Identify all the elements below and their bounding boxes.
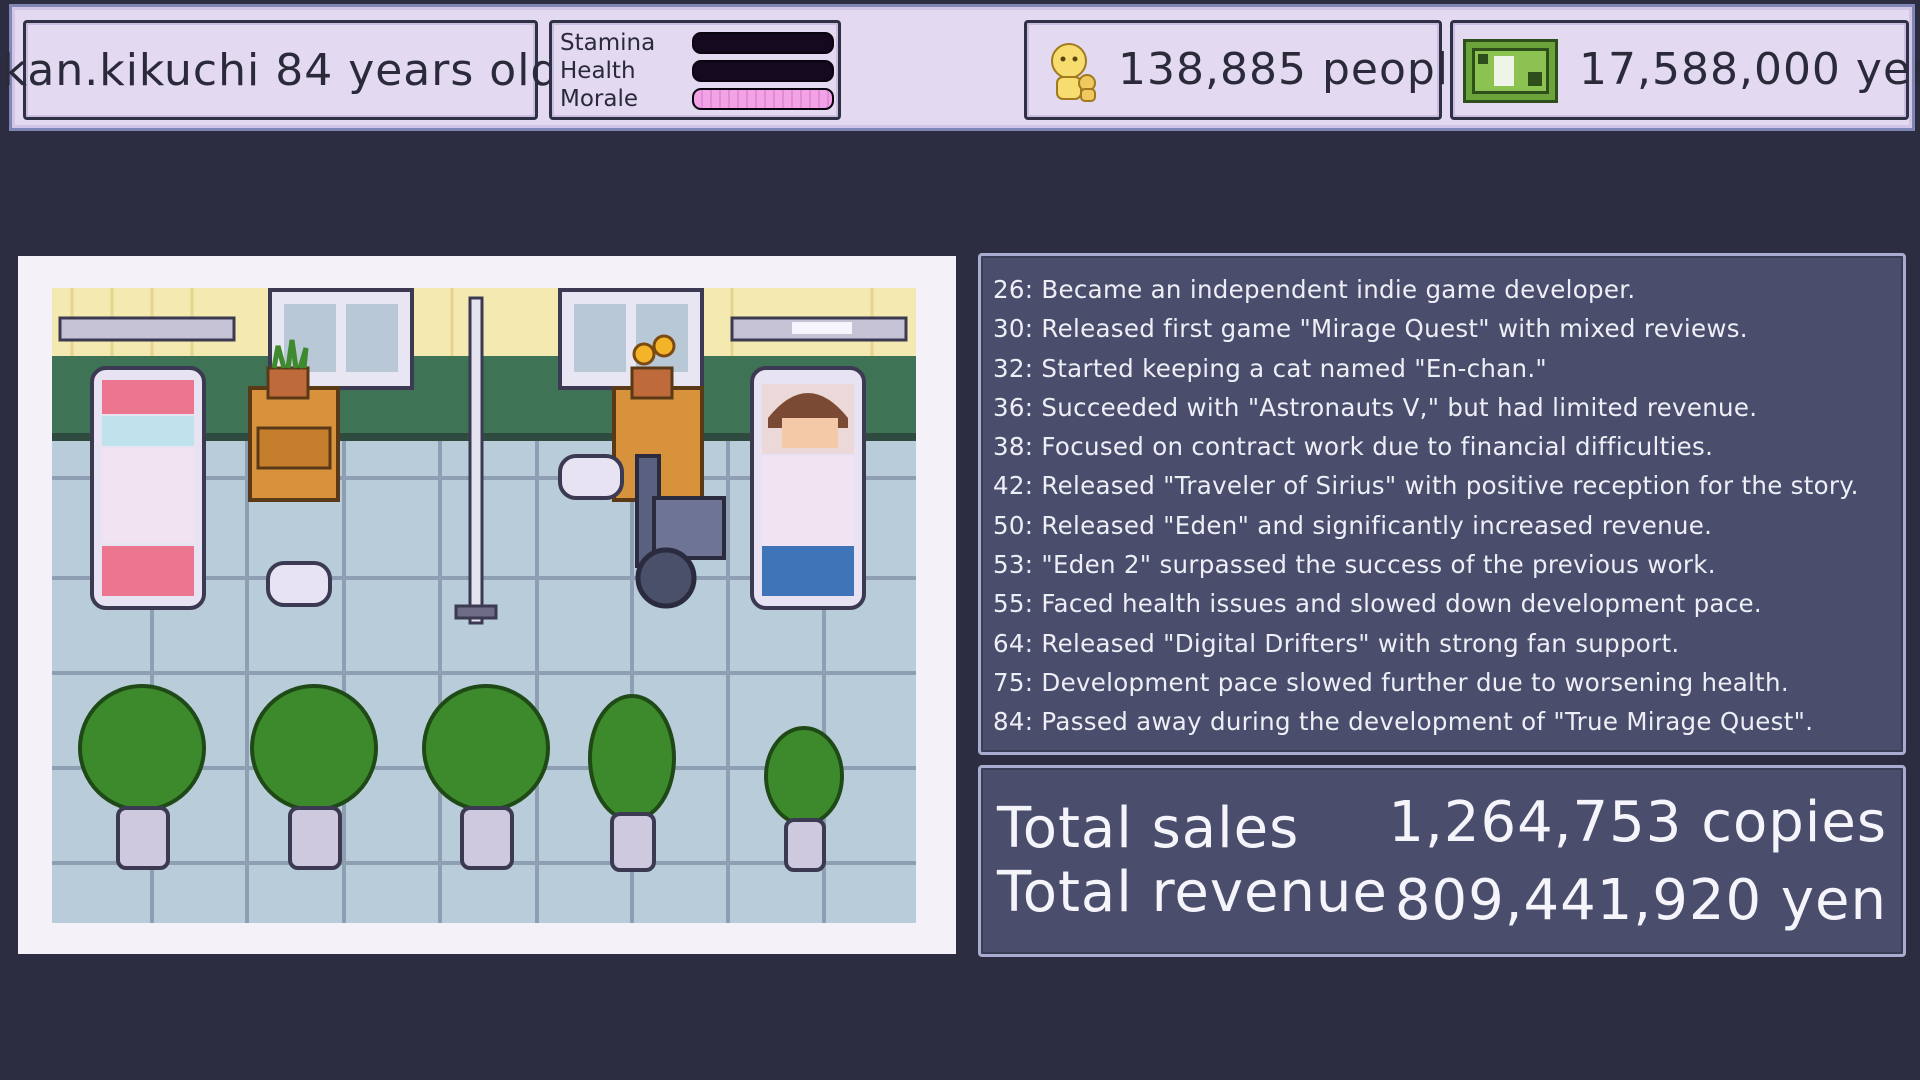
total-sales-value: 1,264,753 copies bbox=[1388, 790, 1887, 855]
log-entry: 53: "Eden 2" surpassed the success of th… bbox=[993, 550, 1716, 580]
stat-health-label: Health bbox=[560, 58, 636, 84]
log-entry: 84: Passed away during the development o… bbox=[993, 707, 1814, 737]
person-icon bbox=[1051, 43, 1096, 102]
log-entry: 42: Released "Traveler of Sirius" with p… bbox=[993, 471, 1859, 501]
log-entry: 75: Development pace slowed further due … bbox=[993, 667, 1789, 697]
yen-note-icon bbox=[1463, 39, 1558, 103]
log-entry: 26: Became an independent indie game dev… bbox=[993, 275, 1636, 304]
total-sales-label: Total sales bbox=[997, 796, 1300, 861]
total-revenue-label: Total revenue bbox=[997, 860, 1388, 925]
scene-frame bbox=[18, 256, 956, 954]
life-log-panel: 26: Became an independent indie game dev… bbox=[978, 253, 1906, 755]
stat-stamina: Stamina bbox=[560, 29, 834, 57]
player-name-age: kan.kikuchi 84 years old bbox=[1, 44, 560, 96]
stat-health-bar bbox=[692, 60, 834, 82]
total-revenue-value: 809,441,920 yen bbox=[1394, 868, 1887, 933]
people-count: 138,885 people bbox=[1118, 44, 1478, 95]
log-entry: 30: Released first game "Mirage Quest" w… bbox=[993, 314, 1748, 344]
log-entry: 32: Started keeping a cat named "En-chan… bbox=[993, 353, 1547, 383]
stat-morale-fill bbox=[694, 90, 832, 108]
stat-morale-label: Morale bbox=[560, 86, 639, 112]
player-info-box: kan.kikuchi 84 years old bbox=[2, 20, 558, 120]
stats-box: Stamina Health Morale bbox=[549, 20, 841, 120]
top-hud: kan.kikuchi 84 years old Stamina Health … bbox=[2, 4, 1920, 131]
hospital-room-scene bbox=[52, 288, 916, 923]
stat-stamina-bar bbox=[692, 32, 834, 54]
stat-morale-bar bbox=[692, 88, 834, 110]
log-entry: 36: Succeeded with "Astronauts V," but h… bbox=[993, 392, 1758, 422]
money-box: 17,588,000 yen bbox=[1450, 20, 1920, 120]
people-box: 138,885 people bbox=[1024, 20, 1476, 120]
stat-morale: Morale bbox=[560, 85, 834, 113]
totals-panel: Total sales 1,264,753 copies Total reven… bbox=[978, 765, 1906, 957]
log-entry: 55: Faced health issues and slowed down … bbox=[993, 589, 1762, 619]
stat-health: Health bbox=[560, 57, 834, 85]
log-entry: 50: Released "Eden" and significantly in… bbox=[993, 510, 1713, 540]
log-entry: 38: Focused on contract work due to fina… bbox=[993, 432, 1714, 462]
hospital-room-illustration bbox=[52, 288, 916, 923]
stat-stamina-label: Stamina bbox=[560, 30, 656, 56]
log-entry: 64: Released "Digital Drifters" with str… bbox=[993, 628, 1680, 658]
money-amount: 17,588,000 yen bbox=[1579, 44, 1920, 95]
